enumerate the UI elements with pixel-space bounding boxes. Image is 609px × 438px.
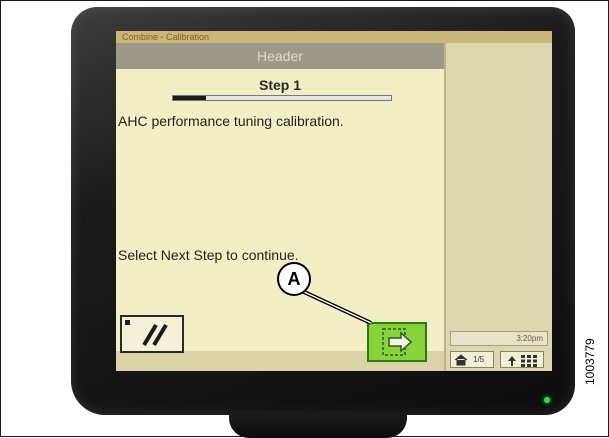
power-led <box>544 397 550 403</box>
callout-leader-line <box>301 289 372 325</box>
figure-frame: Combine - Calibration Header Step 1 AHC … <box>0 0 609 438</box>
figure-id: 1003779 <box>583 338 597 385</box>
callout-label: A <box>277 262 311 296</box>
